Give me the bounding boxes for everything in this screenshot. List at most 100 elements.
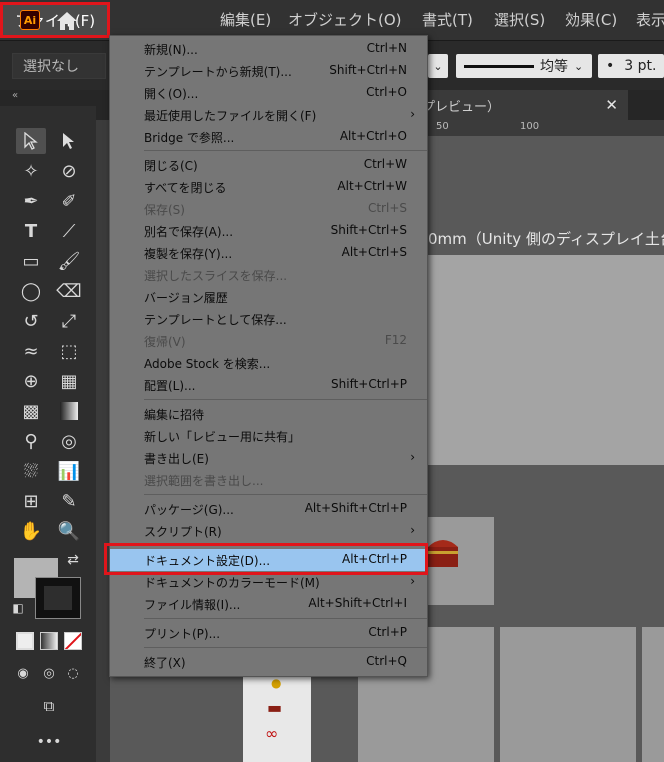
- menu-item-close[interactable]: 閉じる(C) Ctrl+W: [110, 154, 427, 176]
- stroke-weight-value: 3 pt.: [624, 58, 657, 74]
- symbol-sprayer-icon[interactable]: ⛆: [16, 458, 46, 484]
- menu-item-save[interactable]: 保存(S) Ctrl+S: [110, 198, 427, 220]
- free-transform-icon[interactable]: ⬚: [54, 338, 84, 364]
- more-tools-icon[interactable]: •••: [34, 732, 64, 752]
- menu-item-invite-to-edit[interactable]: 編集に招待: [110, 403, 427, 425]
- stroke-profile-select[interactable]: 均等 ⌄: [456, 54, 592, 78]
- menu-item-version-history[interactable]: バージョン履歴: [110, 286, 427, 308]
- menu-select[interactable]: 選択(S): [494, 9, 545, 30]
- none-mode-icon[interactable]: [64, 632, 82, 650]
- slice-tool-icon[interactable]: ✎: [54, 488, 84, 514]
- home-icon[interactable]: [55, 10, 79, 32]
- draw-behind-icon[interactable]: ◎: [38, 662, 60, 684]
- hand-tool-icon[interactable]: ✋: [16, 518, 46, 544]
- blend-tool-icon[interactable]: ◎: [54, 428, 84, 454]
- default-colors-icon[interactable]: ◧: [8, 598, 28, 618]
- menu-item-share-for-review[interactable]: 新しい「レビュー用に共有」: [110, 425, 427, 447]
- stroke-swatch[interactable]: [35, 577, 81, 619]
- bullet-icon: •: [606, 58, 615, 74]
- screen-mode-icon[interactable]: ⧉: [34, 694, 64, 718]
- shaper-tool-icon[interactable]: ◯: [16, 278, 46, 304]
- menu-item-open-recent[interactable]: 最近使用したファイルを開く(F) ›: [110, 104, 427, 126]
- mesh-tool-icon[interactable]: ▩: [16, 398, 46, 424]
- stroke-line-icon: [464, 64, 534, 68]
- scale-tool-icon[interactable]: ⤢: [54, 308, 84, 334]
- zoom-tool-icon[interactable]: 🔍: [54, 518, 84, 544]
- menu-item-new[interactable]: 新規(N)... Ctrl+N: [110, 38, 427, 60]
- menu-item-export[interactable]: 書き出し(E) ›: [110, 447, 427, 469]
- menu-type[interactable]: 書式(T): [422, 9, 473, 30]
- menu-item-browse-bridge[interactable]: Bridge で参照... Alt+Ctrl+O: [110, 126, 427, 148]
- menu-item-label: テンプレートとして保存...: [144, 313, 287, 327]
- perspective-grid-icon[interactable]: ▦: [54, 368, 84, 394]
- color-mode-icon[interactable]: [16, 632, 34, 650]
- lasso-icon[interactable]: ⊘: [54, 158, 84, 184]
- menu-item-label: 復帰(V): [144, 335, 186, 349]
- menu-item-save-as[interactable]: 別名で保存(A)... Shift+Ctrl+S: [110, 220, 427, 242]
- pen-tool-icon[interactable]: ✒: [16, 188, 46, 214]
- line-tool-icon[interactable]: ⟋: [54, 218, 84, 244]
- menu-item-label: 別名で保存(A)...: [144, 225, 234, 239]
- menu-item-shortcut: F12: [384, 333, 407, 347]
- annotation-highlight-box: [104, 543, 428, 575]
- menu-item-new-from-template[interactable]: テンプレートから新規(T)... Shift+Ctrl+N: [110, 60, 427, 82]
- coin-icon: ●: [271, 676, 282, 690]
- menu-separator: [144, 494, 427, 495]
- draw-inside-icon[interactable]: ◌: [62, 662, 84, 684]
- menu-item-save-as-template[interactable]: テンプレートとして保存...: [110, 308, 427, 330]
- selection-tool-icon[interactable]: [16, 128, 46, 154]
- menu-separator: [144, 399, 427, 400]
- close-icon[interactable]: ✕: [605, 96, 618, 114]
- menu-item-print[interactable]: プリント(P)... Ctrl+P: [110, 622, 427, 644]
- stroke-weight-field[interactable]: • 3 pt.: [598, 54, 664, 78]
- menu-item-label: すべてを閉じる: [144, 181, 227, 195]
- magic-wand-icon[interactable]: ✧: [16, 158, 46, 184]
- illustrator-window: Ai ファイル(F) 編集(E) オブジェクト(O) 書式(T) 選択(S) 効…: [0, 0, 664, 762]
- menu-item-package[interactable]: パッケージ(G)... Alt+Shift+Ctrl+P: [110, 498, 427, 520]
- stroke-dropdown[interactable]: ⌄: [428, 54, 448, 78]
- menu-item-shortcut: Shift+Ctrl+P: [331, 377, 407, 391]
- menu-object[interactable]: オブジェクト(O): [288, 9, 402, 30]
- menu-item-label: ファイル情報(I)...: [144, 598, 241, 612]
- artboard-large: [428, 255, 664, 465]
- menu-effect[interactable]: 効果(C): [565, 9, 617, 30]
- canvas-text: 0mm（Unity 側のディスプレイ土台: [428, 230, 664, 248]
- menu-item-shortcut: Alt+Ctrl+O: [339, 129, 407, 143]
- document-tab[interactable]: プレビュー） ✕: [406, 90, 628, 120]
- chevron-right-icon: ›: [410, 523, 415, 537]
- menu-item-label: パッケージ(G)...: [144, 503, 234, 517]
- collapse-icon[interactable]: «: [0, 90, 96, 106]
- menu-item-shortcut: Ctrl+O: [366, 85, 407, 99]
- shape-builder-icon[interactable]: ⊕: [16, 368, 46, 394]
- warp-tool-icon[interactable]: ≈: [16, 338, 46, 364]
- menu-item-search-adobe-stock[interactable]: Adobe Stock を検索...: [110, 352, 427, 374]
- rectangle-tool-icon[interactable]: ▭: [16, 248, 46, 274]
- menu-item-exit[interactable]: 終了(X) Ctrl+Q: [110, 651, 427, 673]
- type-tool-icon[interactable]: T: [16, 218, 46, 244]
- menu-item-save-copy[interactable]: 複製を保存(Y)... Alt+Ctrl+S: [110, 242, 427, 264]
- artboard-tool-icon[interactable]: ⊞: [16, 488, 46, 514]
- menu-item-export-selection[interactable]: 選択範囲を書き出し...: [110, 469, 427, 491]
- gradient-mode-icon[interactable]: [40, 632, 58, 650]
- gradient-tool-icon[interactable]: [54, 398, 84, 424]
- swap-colors-icon[interactable]: ⇄: [62, 550, 84, 570]
- eraser-icon[interactable]: ⌫: [54, 278, 84, 304]
- menu-item-file-info[interactable]: ファイル情報(I)... Alt+Shift+Ctrl+I: [110, 593, 427, 615]
- curvature-tool-icon[interactable]: ✐: [54, 188, 84, 214]
- menu-item-revert[interactable]: 復帰(V) F12: [110, 330, 427, 352]
- document-tab-label: プレビュー）: [422, 99, 501, 115]
- eyedropper-icon[interactable]: ⚲: [16, 428, 46, 454]
- menu-item-label: 編集に招待: [144, 408, 205, 422]
- menu-view[interactable]: 表示: [636, 9, 664, 30]
- direct-selection-tool-icon[interactable]: [54, 128, 84, 154]
- menu-item-open[interactable]: 開く(O)... Ctrl+O: [110, 82, 427, 104]
- draw-normal-icon[interactable]: ◉: [12, 662, 34, 684]
- menu-edit[interactable]: 編集(E): [220, 9, 271, 30]
- menu-item-close-all[interactable]: すべてを閉じる Alt+Ctrl+W: [110, 176, 427, 198]
- menu-item-scripts[interactable]: スクリプト(R) ›: [110, 520, 427, 542]
- menu-item-place[interactable]: 配置(L)... Shift+Ctrl+P: [110, 374, 427, 396]
- paintbrush-icon[interactable]: 🖌: [54, 248, 84, 274]
- graph-tool-icon[interactable]: 📊: [54, 458, 84, 484]
- rotate-tool-icon[interactable]: ↺: [16, 308, 46, 334]
- menu-item-save-slices[interactable]: 選択したスライスを保存...: [110, 264, 427, 286]
